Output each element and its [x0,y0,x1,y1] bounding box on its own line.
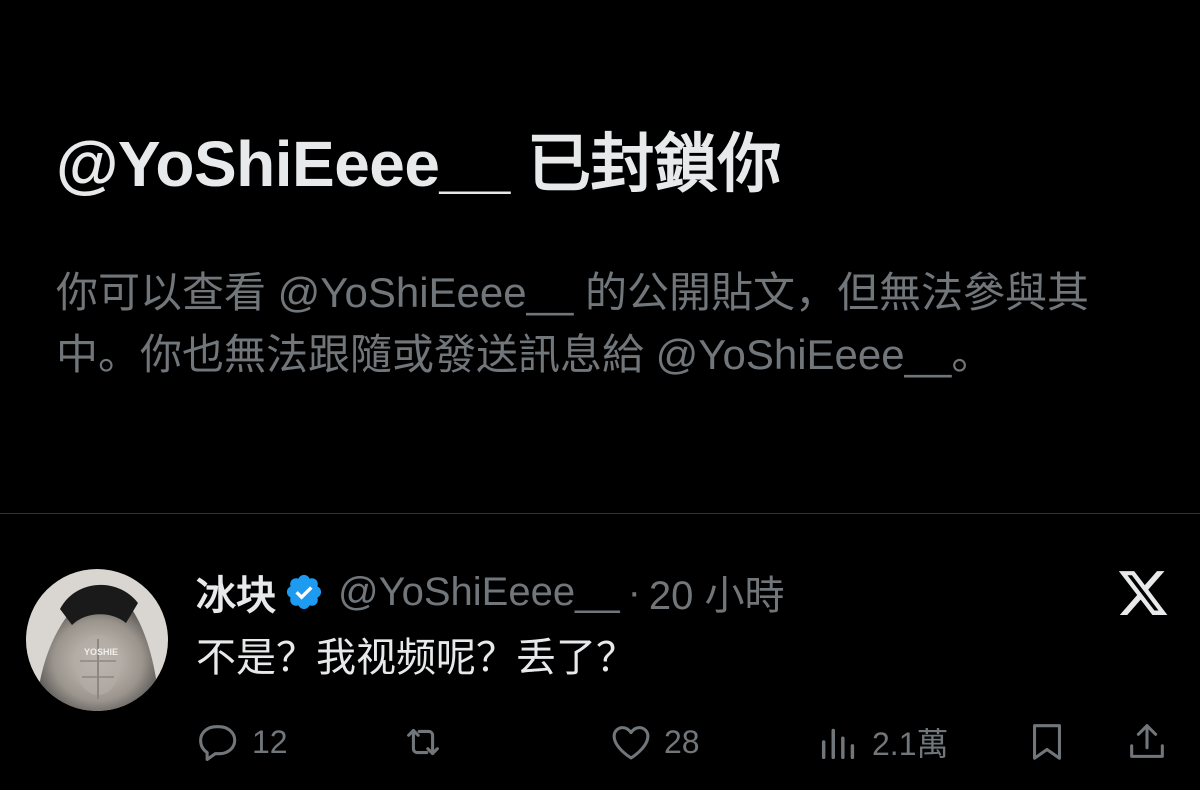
bookmark-button[interactable] [1024,712,1070,772]
tweet-time[interactable]: 20 小時 [649,563,785,621]
divider [0,513,1200,514]
views-icon [821,728,855,760]
retweet-icon [407,728,439,756]
avatar-image: YOSHIE [26,569,168,711]
views-count: 2.1萬 [872,726,949,762]
like-icon [612,726,650,760]
avatar-watermark: YOSHIE [84,647,118,657]
bookmark-icon [1033,724,1061,760]
reply-button[interactable]: 12 [196,712,288,772]
like-button[interactable]: 28 [608,712,700,772]
blocked-description: 你可以查看 @YoShiEeee__ 的公開貼文，但無法參與其中。你也無法跟隨或… [56,269,1089,378]
tweet-header: 冰块 @YoShiEeee__ · 20 小時 [196,562,785,622]
retweet-button[interactable] [400,712,456,772]
reply-icon [199,725,237,761]
blocked-title: @YoShiEeee__ 已封鎖你 [56,128,781,200]
separator-dot: · [627,569,641,614]
tweet-text: 不是？我视频呢？丢了？ [196,636,636,680]
share-icon [1130,724,1164,758]
avatar[interactable]: YOSHIE [26,569,168,711]
verified-icon [286,574,322,610]
like-count: 28 [664,723,700,760]
x-logo-icon[interactable] [1116,566,1170,620]
views-button[interactable]: 2.1萬 [816,712,949,772]
reply-count: 12 [252,723,288,760]
tweet-handle[interactable]: @YoShiEeee__ [338,570,620,615]
share-button[interactable] [1124,712,1170,772]
tweet-actions: 12 28 2.1萬 [0,712,1200,772]
display-name[interactable]: 冰块 [196,563,276,621]
